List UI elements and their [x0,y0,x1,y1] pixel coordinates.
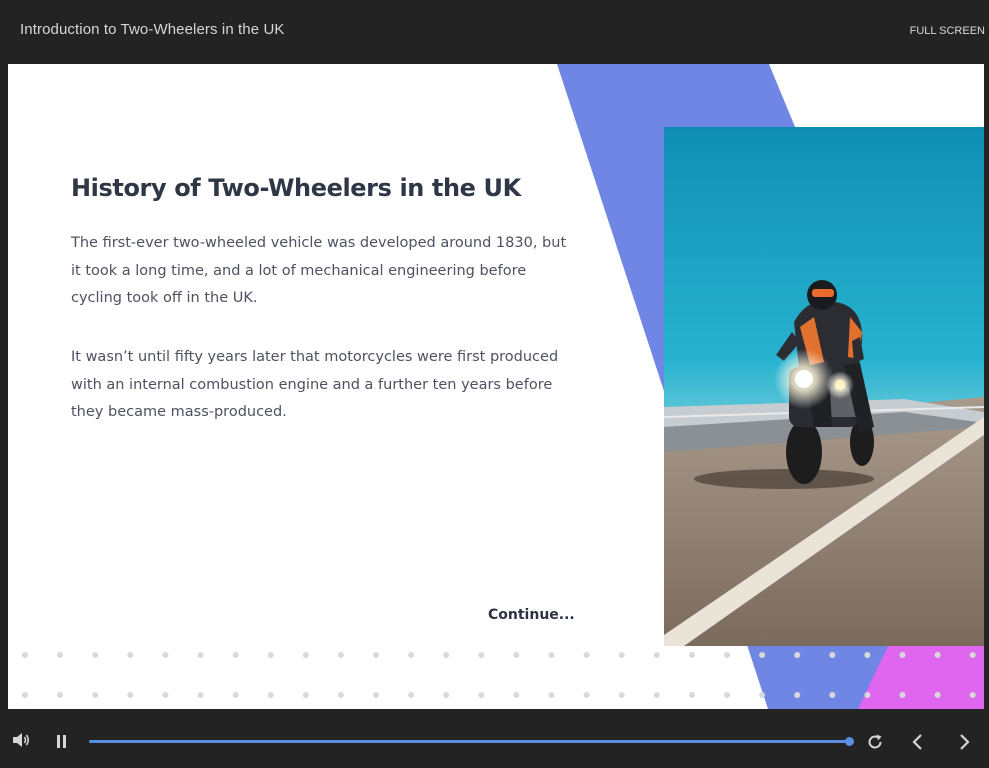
continue-button[interactable]: Continue... [488,607,575,623]
slide-heading: History of Two-Wheelers in the UK [71,174,521,202]
motorcyclist-photo [664,127,984,646]
chevron-right-icon[interactable] [957,733,971,756]
progress-knob[interactable] [845,737,854,746]
paragraph-history-2: It wasn’t until fifty years later that m… [71,349,559,420]
volume-icon[interactable] [12,732,32,753]
paragraph-history-1: The first-ever two-wheeled vehicle was d… [71,235,567,306]
progress-fill [89,740,849,743]
pause-icon[interactable] [56,734,68,755]
course-title: Introduction to Two-Wheelers in the UK [20,21,285,38]
player-controls [0,710,989,768]
top-bar: Introduction to Two-Wheelers in the UK F… [0,0,989,63]
slide: History of Two-Wheelers in the UK The fi… [8,64,984,709]
fullscreen-button[interactable]: FULL SCREEN [910,25,985,37]
progress-bar[interactable] [89,737,854,746]
replay-icon[interactable] [866,733,884,756]
chevron-left-icon[interactable] [911,733,925,756]
